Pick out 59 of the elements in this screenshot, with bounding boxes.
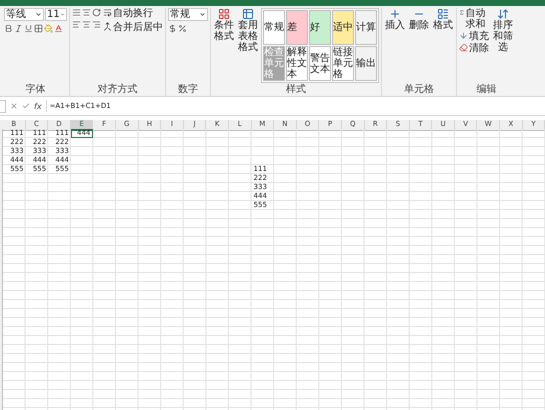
wrap-text-button[interactable]: 自动换行	[103, 8, 163, 19]
conditional-format-button[interactable]: 条件格式	[213, 8, 235, 83]
bold-icon[interactable]	[4, 24, 13, 33]
autosum-button[interactable]: 自动求和	[459, 8, 490, 30]
grid-icon	[218, 8, 230, 20]
table-format-button[interactable]: 套用表格格式	[237, 8, 259, 83]
top-align-icon[interactable]	[72, 8, 81, 17]
plus-icon	[389, 8, 401, 20]
cell-style[interactable]: 链接单元格	[332, 46, 354, 81]
sort-icon	[497, 8, 509, 20]
check-icon[interactable]	[22, 102, 30, 110]
close-icon[interactable]	[10, 102, 18, 110]
align-center-icon[interactable]	[82, 20, 91, 29]
align-left-icon[interactable]	[72, 20, 81, 29]
cell-style[interactable]: 警告文本	[309, 46, 331, 81]
merge-center-button[interactable]: 合并后居中	[103, 22, 163, 33]
orientation-icon[interactable]	[92, 8, 101, 17]
cells-button[interactable]: 插入	[384, 8, 406, 83]
sigma-icon	[459, 8, 465, 17]
cell-style[interactable]: 常规	[263, 10, 285, 45]
eraser-icon	[459, 43, 468, 52]
align-right-icon[interactable]	[92, 20, 101, 29]
group-label: 数字	[177, 83, 199, 96]
font-color-icon[interactable]	[54, 24, 63, 33]
clear-button[interactable]: 清除	[459, 43, 490, 54]
group-label: 编辑	[476, 83, 498, 96]
arrow-down-icon	[459, 31, 468, 40]
group-label: 对齐方式	[96, 83, 138, 96]
group-label: 单元格	[403, 83, 435, 96]
cell-style[interactable]: 差	[286, 10, 308, 45]
fill-color-icon[interactable]	[44, 24, 53, 33]
italic-icon[interactable]	[14, 24, 23, 33]
list-icon	[437, 8, 449, 20]
table-icon	[242, 8, 254, 20]
dropdown-caret-icon	[199, 11, 206, 18]
cells-button[interactable]: 删除	[408, 8, 430, 83]
function-label[interactable]: fx	[34, 102, 42, 110]
dropdown-caret-icon	[35, 11, 42, 18]
font-size-select[interactable]: 11	[45, 8, 67, 21]
merge-icon	[103, 22, 112, 31]
middle-align-icon[interactable]	[82, 8, 91, 17]
percent-icon[interactable]	[178, 24, 187, 33]
group-label: 字体	[24, 83, 46, 96]
fill-button[interactable]: 填充	[459, 31, 490, 42]
number-format-select[interactable]: 常规	[168, 8, 208, 21]
cell-style[interactable]: 好	[309, 10, 331, 45]
cell-style[interactable]: 输出	[355, 46, 377, 81]
borders-icon[interactable]	[34, 24, 43, 33]
sort-filter-button[interactable]: 排序和筛选	[492, 8, 514, 83]
underline-icon[interactable]	[24, 24, 33, 33]
font-name-select[interactable]: 等线	[4, 8, 44, 21]
currency-icon[interactable]	[168, 24, 177, 33]
group-label: 样式	[285, 83, 307, 96]
cells-button[interactable]: 格式	[432, 8, 454, 83]
cell-style[interactable]: 适中	[332, 10, 354, 45]
wrap-text-icon	[103, 8, 112, 17]
dropdown-caret-icon	[60, 11, 65, 18]
cell-style[interactable]: 计算	[355, 10, 377, 45]
cell-style[interactable]: 解释性文本	[286, 46, 308, 81]
